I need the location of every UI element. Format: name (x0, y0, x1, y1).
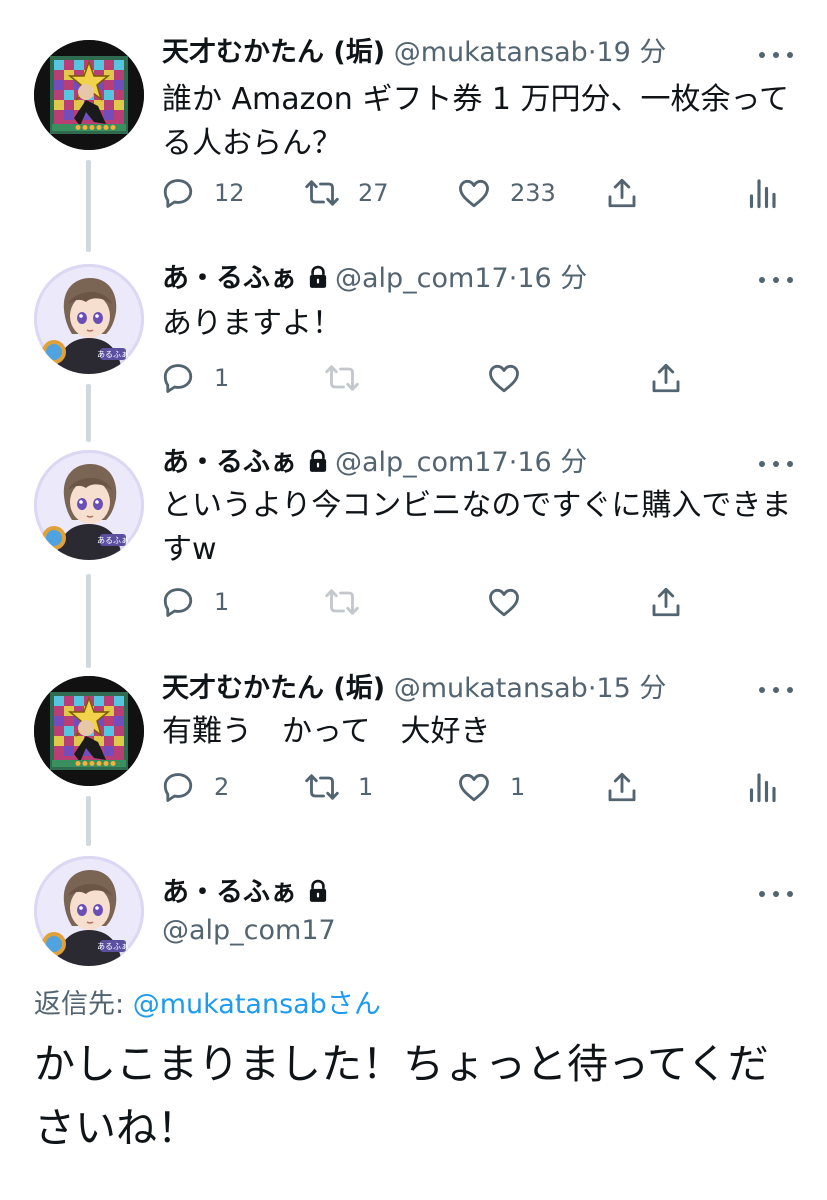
display-name[interactable]: 天才むかたん (垢) (162, 37, 385, 68)
tweet-text: かしこまりました！ちょっと待ってくださいね！ (34, 1040, 769, 1152)
retweet-icon (304, 175, 340, 211)
tweet-header: 天才むかたん (垢) @mukatansab·19 分 (162, 36, 666, 70)
tweet-text: 誰か Amazon ギフト券 1 万円分、一枚余ってる人おらん？ (162, 82, 789, 161)
timestamp[interactable]: 16 分 (517, 447, 587, 478)
tweet-text: ありますよ！ (162, 306, 342, 341)
action-bar: 12 27 233 (160, 175, 780, 211)
lock-icon (305, 264, 331, 290)
tweet-header: あ・るふぁ @alp_com17·16 分 (162, 446, 587, 480)
user-handle[interactable]: @alp_com17 (335, 447, 509, 478)
reply-button[interactable]: 1 (160, 360, 229, 396)
analytics-icon (744, 175, 780, 211)
share-icon (604, 769, 640, 805)
display-name[interactable]: 天才むかたん (垢) (162, 673, 385, 704)
display-name[interactable]: あ・るふぁ (162, 263, 297, 294)
like-button[interactable] (486, 360, 522, 396)
retweet-button[interactable]: 27 (304, 175, 389, 211)
avatar-image (34, 676, 144, 786)
display-name[interactable]: あ・るふぁ (162, 447, 297, 478)
mention-suffix: さん (326, 989, 381, 1020)
reply-button[interactable]: 12 (160, 175, 245, 211)
avatar-image (34, 450, 144, 560)
analytics-button[interactable] (744, 769, 780, 805)
display-name[interactable]: あ・るふぁ (162, 877, 297, 908)
more-icon[interactable] (759, 50, 793, 60)
retweet-button[interactable]: 1 (304, 769, 373, 805)
lock-icon (305, 878, 331, 904)
replying-to-label: 返信先: (34, 989, 125, 1020)
thread-line (86, 160, 91, 252)
share-button[interactable] (648, 360, 684, 396)
tweet-text: というより今コンビニなのですぐに購入できますw (162, 488, 792, 567)
retweet-icon (324, 360, 360, 396)
analytics-icon (744, 769, 780, 805)
retweet-count: 27 (358, 179, 389, 207)
retweet-button (324, 584, 360, 620)
user-handle[interactable]: @mukatansab (394, 673, 588, 704)
reply-count: 1 (214, 364, 230, 392)
avatar[interactable] (34, 676, 144, 786)
thread-line (86, 574, 91, 668)
user-handle[interactable]: @mukatansab (394, 37, 588, 68)
retweet-icon (304, 769, 340, 805)
share-button[interactable] (648, 584, 684, 620)
like-icon (486, 584, 522, 620)
tweet-header: 天才むかたん (垢) @mukatansab·15 分 (162, 672, 666, 706)
action-bar: 1 (160, 360, 780, 396)
avatar[interactable] (34, 856, 144, 966)
avatar-image (34, 856, 144, 966)
like-count: 233 (510, 179, 556, 207)
retweet-count: 1 (358, 773, 374, 801)
reply-icon (160, 769, 196, 805)
share-icon (604, 175, 640, 211)
like-count: 1 (510, 773, 526, 801)
more-icon[interactable] (759, 685, 793, 695)
avatar-image (34, 40, 144, 150)
avatar[interactable] (34, 264, 144, 374)
timestamp[interactable]: 15 分 (596, 673, 666, 704)
reply-icon (160, 175, 196, 211)
avatar-image (34, 264, 144, 374)
share-button[interactable] (604, 175, 640, 211)
timestamp[interactable]: 19 分 (596, 37, 666, 68)
like-icon (456, 769, 492, 805)
reply-count: 1 (214, 588, 230, 616)
like-button[interactable]: 233 (456, 175, 556, 211)
tweet-header: あ・るふぁ (162, 876, 335, 910)
tweet-text: 有難う かって 大好き (162, 714, 491, 749)
reply-button[interactable]: 1 (160, 584, 229, 620)
reply-icon (160, 584, 196, 620)
reply-count: 2 (214, 773, 230, 801)
timestamp[interactable]: 16 分 (517, 263, 587, 294)
reply-icon (160, 360, 196, 396)
like-button[interactable] (486, 584, 522, 620)
user-handle[interactable]: @alp_com17 (162, 914, 336, 948)
action-bar: 2 1 1 (160, 769, 780, 805)
retweet-icon (324, 584, 360, 620)
reply-count: 12 (214, 179, 245, 207)
lock-icon (305, 448, 331, 474)
share-button[interactable] (604, 769, 640, 805)
avatar[interactable] (34, 450, 144, 560)
mention-link[interactable]: @mukatansab (133, 989, 327, 1020)
like-button[interactable]: 1 (456, 769, 525, 805)
like-icon (486, 360, 522, 396)
retweet-button (324, 360, 360, 396)
tweet-header: あ・るふぁ @alp_com17·16 分 (162, 262, 587, 296)
avatar[interactable] (34, 40, 144, 150)
action-bar: 1 (160, 584, 780, 620)
reply-button[interactable]: 2 (160, 769, 229, 805)
analytics-button[interactable] (744, 175, 780, 211)
more-icon[interactable] (759, 459, 793, 469)
replying-to: 返信先: @mukatansabさん (34, 982, 381, 1021)
thread-line (86, 384, 91, 442)
thread-line (86, 796, 91, 846)
like-icon (456, 175, 492, 211)
more-icon[interactable] (759, 275, 793, 285)
user-handle[interactable]: @alp_com17 (335, 263, 509, 294)
more-icon[interactable] (759, 889, 793, 899)
share-icon (648, 360, 684, 396)
share-icon (648, 584, 684, 620)
